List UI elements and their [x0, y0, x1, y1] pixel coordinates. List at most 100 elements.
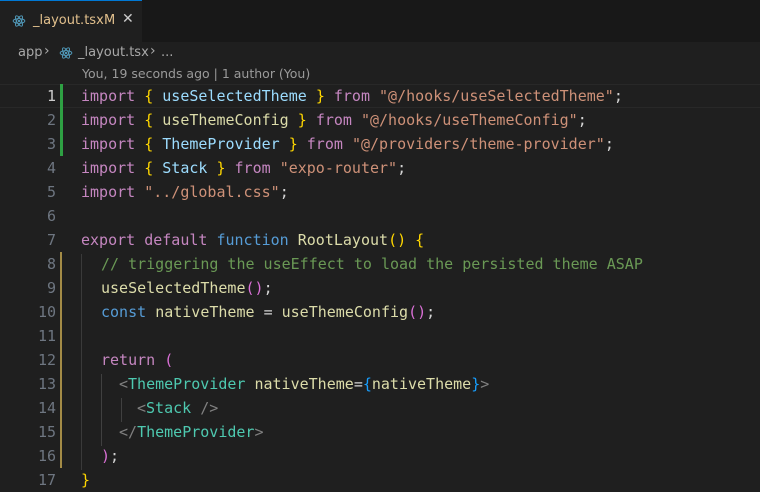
- keyword: from: [306, 135, 343, 153]
- keyword: import: [81, 183, 136, 201]
- blame-marker: [60, 324, 62, 348]
- keyword: export: [81, 231, 136, 249]
- string: "@/hooks/useSelectedTheme": [379, 87, 614, 105]
- modified-indicator: M: [104, 13, 116, 28]
- code-line-1: 1 import { useSelectedTheme } from "@/ho…: [0, 84, 760, 108]
- keyword: const: [101, 303, 147, 321]
- jsx-attribute: nativeTheme: [254, 375, 354, 393]
- line-number: 3: [46, 135, 56, 153]
- breadcrumb-folder[interactable]: app: [18, 45, 42, 60]
- react-icon: [12, 15, 26, 27]
- brace: {: [144, 159, 154, 177]
- operator: =: [353, 375, 363, 393]
- code-line-2: 2 import { useThemeConfig } from "@/hook…: [0, 108, 760, 132]
- semicolon: ;: [279, 183, 289, 201]
- string: "@/providers/theme-provider": [351, 135, 605, 153]
- code-line-16: 16 );: [0, 444, 760, 468]
- brace: {: [362, 375, 372, 393]
- git-blame-codelens[interactable]: You, 19 seconds ago | 1 author (You): [82, 66, 310, 81]
- semicolon: ;: [397, 159, 407, 177]
- blame-marker: [60, 420, 62, 444]
- tag-bracket: >: [480, 375, 490, 393]
- paren: (: [164, 351, 174, 369]
- keyword: import: [81, 159, 136, 177]
- brace: }: [315, 87, 325, 105]
- line-number: 4: [46, 159, 56, 177]
- string: "expo-router": [279, 159, 398, 177]
- line-number: 8: [46, 255, 56, 273]
- blame-marker: [60, 372, 62, 396]
- code-line-13: 13 <ThemeProvider nativeTheme={nativeThe…: [0, 372, 760, 396]
- close-icon[interactable]: ✕: [122, 11, 134, 27]
- line-number: 16: [37, 447, 56, 465]
- tag-bracket: />: [191, 399, 219, 417]
- keyword: from: [315, 111, 352, 129]
- identifier: Stack: [162, 159, 208, 177]
- operator: =: [263, 303, 273, 321]
- function-call: useThemeConfig: [281, 303, 409, 321]
- keyword: from: [234, 159, 271, 177]
- identifier: useSelectedTheme: [162, 87, 307, 105]
- keyword: default: [144, 231, 208, 249]
- code-line-8: 8 // triggering the useEffect to load th…: [0, 252, 760, 276]
- keyword: import: [81, 87, 136, 105]
- blame-marker: [60, 348, 62, 372]
- tab-bar: _layout.tsx M ✕: [0, 0, 760, 42]
- code-line-3: 3 import { ThemeProvider } from "@/provi…: [0, 132, 760, 156]
- brace: }: [471, 375, 481, 393]
- blame-marker: [60, 396, 62, 420]
- jsx-tag: Stack: [146, 399, 192, 417]
- code-editor[interactable]: 1 import { useSelectedTheme } from "@/ho…: [0, 84, 760, 490]
- line-number: 13: [37, 375, 56, 393]
- code-line-14: 14 <Stack />: [0, 396, 760, 420]
- code-line-10: 10 const nativeTheme = useThemeConfig();: [0, 300, 760, 324]
- function-call: useSelectedTheme: [101, 279, 246, 297]
- line-number: 12: [37, 351, 56, 369]
- line-number: 17: [37, 471, 56, 489]
- git-added-marker: [60, 84, 63, 108]
- tab-title: _layout.tsx: [33, 13, 104, 28]
- keyword: return: [101, 351, 156, 369]
- line-number: 7: [46, 231, 56, 249]
- brace: {: [144, 87, 154, 105]
- code-line-5: 5 import "../global.css";: [0, 180, 760, 204]
- brace: }: [288, 135, 298, 153]
- line-number: 6: [46, 207, 56, 225]
- code-line-9: 9 useSelectedTheme();: [0, 276, 760, 300]
- semicolon: ;: [613, 87, 623, 105]
- keyword: from: [333, 87, 370, 105]
- semicolon: ;: [263, 279, 273, 297]
- parens: (): [245, 279, 264, 297]
- chevron-right-icon: ›: [150, 43, 156, 59]
- tab-layout-tsx[interactable]: _layout.tsx M ✕: [0, 0, 142, 42]
- line-number: 14: [37, 399, 56, 417]
- code-line-7: 7 export default function RootLayout() {: [0, 228, 760, 252]
- tag-bracket: <: [119, 375, 129, 393]
- code-line-15: 15 </ThemeProvider>: [0, 420, 760, 444]
- paren: ): [101, 447, 111, 465]
- keyword: import: [81, 111, 136, 129]
- line-number: 10: [37, 303, 56, 321]
- comment: // triggering the useEffect to load the …: [101, 255, 643, 273]
- brace: }: [297, 111, 307, 129]
- git-added-marker: [60, 108, 63, 132]
- tag-bracket: </: [119, 423, 138, 441]
- breadcrumb-file[interactable]: _layout.tsx: [78, 45, 149, 60]
- variable: nativeTheme: [371, 375, 472, 393]
- jsx-tag: ThemeProvider: [137, 423, 255, 441]
- brace: {: [144, 135, 154, 153]
- brace: {: [415, 231, 425, 249]
- blame-marker: [60, 300, 62, 324]
- code-line-11: 11: [0, 324, 760, 348]
- blame-marker: [60, 444, 62, 468]
- git-added-marker: [60, 132, 63, 156]
- line-number: 2: [46, 111, 56, 129]
- semicolon: ;: [577, 111, 587, 129]
- tag-bracket: <: [137, 399, 147, 417]
- breadcrumb-symbol[interactable]: ...: [161, 45, 173, 60]
- identifier: useThemeConfig: [162, 111, 289, 129]
- parens: (): [408, 303, 427, 321]
- variable: nativeTheme: [155, 303, 255, 321]
- breadcrumb: app › _layout.tsx › ...: [0, 42, 760, 64]
- brace: }: [81, 471, 91, 489]
